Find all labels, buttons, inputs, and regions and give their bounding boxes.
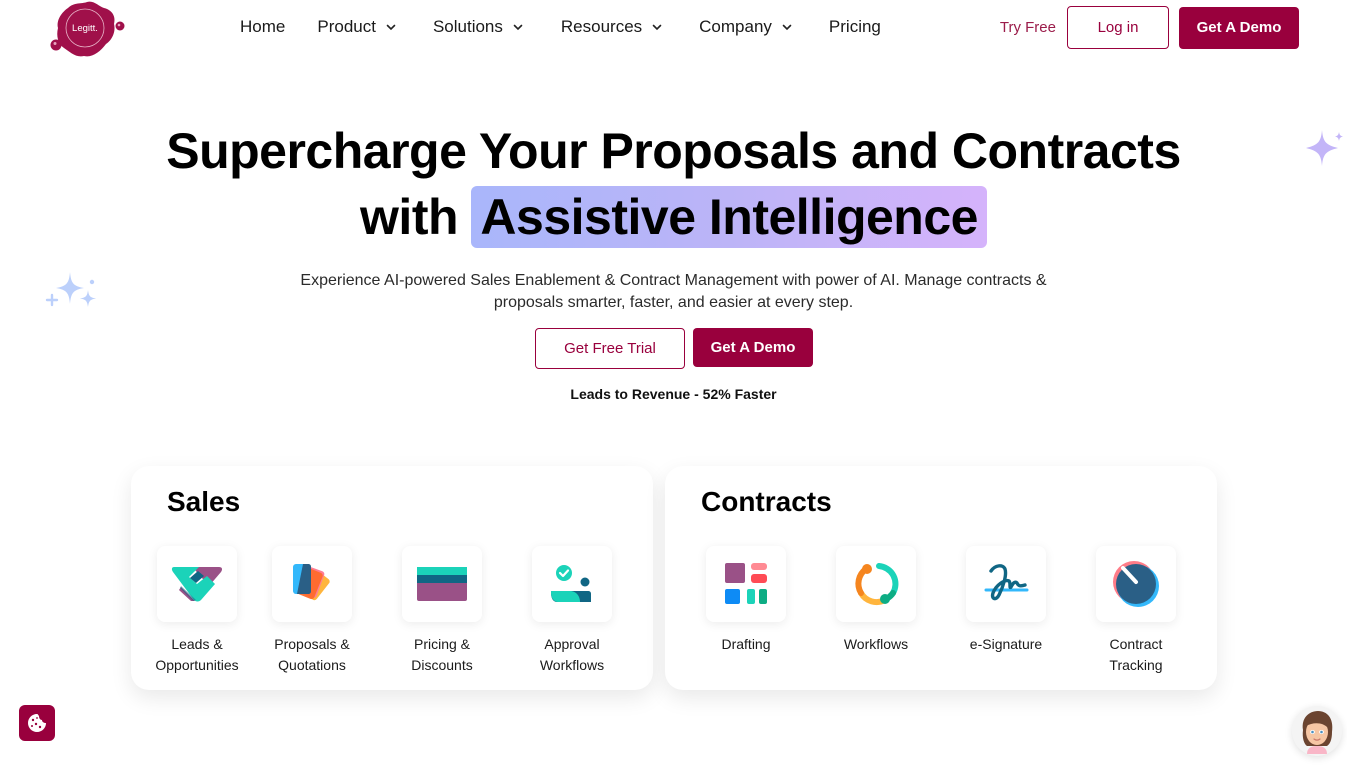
feature-label: Workflows [821, 634, 931, 655]
feature-label-line1: Drafting [721, 636, 771, 652]
nav-pricing[interactable]: Pricing [829, 17, 881, 37]
feature-label: Proposals & Quotations [257, 634, 367, 676]
nav-actions: Try Free Log in Get A Demo [1000, 6, 1299, 49]
feature-label-line2: Discounts [411, 657, 473, 673]
credit-card-icon [417, 567, 467, 601]
nav-resources[interactable]: Resources [561, 17, 663, 37]
nav-home[interactable]: Home [240, 17, 285, 37]
chevron-down-icon [513, 24, 523, 31]
feature-label-line2: Quotations [278, 657, 346, 673]
feature-label-line1: e-Signature [969, 636, 1043, 652]
layout-blocks-icon [725, 563, 767, 604]
chevron-down-icon [782, 24, 792, 31]
feature-label-line1: Proposals & [274, 636, 350, 652]
nav-company[interactable]: Company [699, 17, 793, 37]
contracts-title: Contracts [701, 486, 832, 517]
logo-text: Legitt. [72, 23, 98, 34]
feature-tile [157, 546, 237, 622]
gauge-icon [1113, 561, 1159, 607]
assistant-avatar-icon [1302, 711, 1333, 754]
feature-label-line2: Workflows [539, 657, 605, 673]
feature-tile [966, 546, 1046, 622]
feature-contract-tracking[interactable]: Contract Tracking [1081, 546, 1191, 676]
feature-label: Pricing & Discounts [387, 634, 497, 676]
feature-label-line1: Pricing & [413, 636, 471, 652]
hero-tagline: Leads to Revenue - 52% Faster [570, 386, 777, 402]
cookie-settings-button[interactable] [19, 705, 55, 741]
feature-label: e-Signature [951, 634, 1061, 655]
hero-subtitle-line2: proposals smarter, faster, and easier at… [493, 294, 854, 311]
feature-label-line1: Leads & [171, 636, 223, 652]
feature-pricing-discounts[interactable]: Pricing & Discounts [387, 546, 497, 676]
nav-solutions[interactable]: Solutions [433, 17, 524, 37]
contracts-panel: Contracts Drafting Workflows e-Signature… [665, 466, 1217, 690]
nav-resources-label: Resources [560, 17, 643, 36]
free-trial-button[interactable]: Get Free Trial [535, 328, 685, 369]
feature-tile [706, 546, 786, 622]
feature-label-line2: Opportunities [155, 657, 239, 673]
nav-pricing-label: Pricing [828, 17, 881, 36]
feature-tile [1096, 546, 1176, 622]
feature-label: Contract Tracking [1081, 634, 1191, 676]
feature-label: Approval Workflows [517, 634, 627, 676]
nav-company-label: Company [699, 17, 772, 36]
cookie-icon [28, 714, 46, 732]
try-free-link[interactable]: Try Free [1000, 19, 1056, 36]
chevron-down-icon [386, 24, 396, 31]
chevron-down-icon [652, 24, 662, 31]
feature-leads-opportunities[interactable]: Leads & Opportunities [142, 546, 252, 676]
sales-panel: Sales Leads & Opportunities Proposals & … [131, 466, 653, 690]
legitt-logo[interactable]: Legitt. [46, 0, 128, 58]
hero-title-prefix: with [360, 189, 459, 245]
feature-label: Drafting [691, 634, 801, 655]
cycle-arrows-icon [855, 563, 899, 605]
feature-label: Leads & Opportunities [142, 634, 252, 676]
feature-approval-workflows[interactable]: Approval Workflows [517, 546, 627, 676]
get-demo-button[interactable]: Get A Demo [1179, 6, 1299, 49]
feature-label-line2: Tracking [1109, 657, 1163, 673]
hero-subtitle: Experience AI-powered Sales Enablement &… [0, 270, 1347, 314]
feature-tile [532, 546, 612, 622]
nav-solutions-label: Solutions [432, 17, 503, 36]
feature-drafting[interactable]: Drafting [691, 546, 801, 655]
feature-proposals-quotations[interactable]: Proposals & Quotations [257, 546, 367, 676]
hero-subtitle-line1: Experience AI-powered Sales Enablement &… [300, 272, 1047, 289]
feature-e-signature[interactable]: e-Signature [951, 546, 1061, 655]
signature-icon [984, 564, 1029, 601]
hero-cta-group: Get Free Trial Get A Demo [535, 328, 813, 369]
hero-title-line2: with Assistive Intelligence [0, 186, 1347, 248]
main-menu: Home Product Solutions Resources Company… [240, 17, 881, 37]
sales-title: Sales [167, 486, 241, 517]
documents-stack-icon [293, 564, 330, 601]
login-button[interactable]: Log in [1067, 6, 1169, 49]
feature-label-line1: Contract [1109, 636, 1163, 652]
feature-tile [272, 546, 352, 622]
feature-tile [836, 546, 916, 622]
feature-workflows[interactable]: Workflows [821, 546, 931, 655]
hero-title-line1: Supercharge Your Proposals and Contracts [166, 123, 1181, 179]
feature-label-line1: Workflows [843, 636, 909, 652]
handshake-icon [171, 567, 223, 602]
feature-label-line1: Approval [544, 636, 600, 652]
chat-assistant-avatar[interactable] [1292, 706, 1342, 756]
hero-title-highlight: Assistive Intelligence [471, 186, 987, 248]
top-navigation: Legitt. Home Product Solutions Resources… [0, 0, 1347, 58]
feature-tile [402, 546, 482, 622]
nav-product[interactable]: Product [317, 17, 397, 37]
user-approval-icon [551, 565, 591, 602]
hero-demo-button[interactable]: Get A Demo [693, 328, 813, 367]
nav-product-label: Product [317, 17, 376, 36]
nav-home-label: Home [240, 17, 286, 36]
